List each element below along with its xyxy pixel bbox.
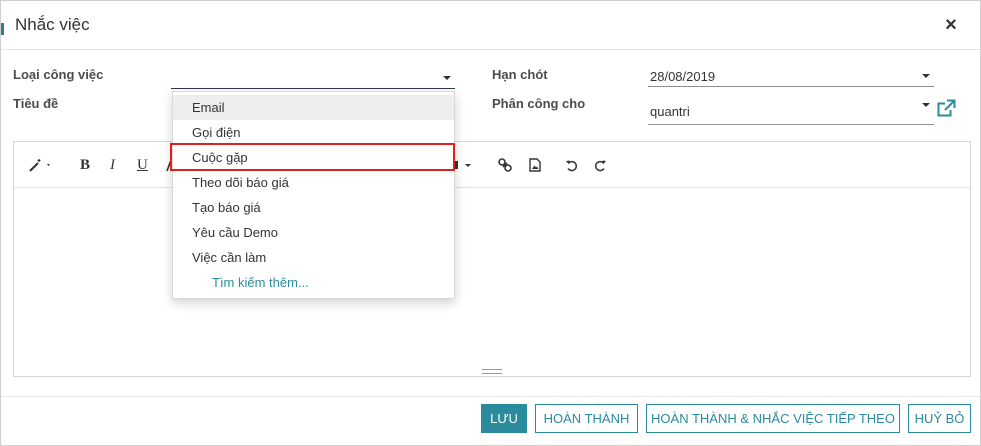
mark-done-button[interactable]: HOÀN THÀNH	[535, 404, 638, 433]
link-icon[interactable]	[498, 155, 512, 175]
dialog-title: Nhắc việc	[15, 15, 90, 34]
deadline-input[interactable]: 28/08/2019	[648, 65, 934, 87]
deadline-value: 28/08/2019	[650, 69, 716, 84]
dialog-header: Nhắc việc ×	[1, 1, 980, 50]
discard-button[interactable]: HUỶ BỎ	[908, 404, 971, 433]
dropdown-item-create-quote[interactable]: Tạo báo giá	[173, 195, 454, 220]
dropdown-item-quote-followup[interactable]: Theo dõi báo giá	[173, 170, 454, 195]
dropdown-search-more[interactable]: Tìm kiếm thêm...	[173, 270, 454, 295]
chevron-down-icon	[922, 74, 930, 78]
dropdown-item-email[interactable]: Email	[173, 95, 454, 120]
redo-icon[interactable]	[594, 155, 607, 175]
resize-handle[interactable]	[482, 369, 502, 374]
bold-button[interactable]: B	[80, 155, 90, 175]
activity-type-dropdown: Email Gọi điện Cuộc gặp Theo dõi báo giá…	[172, 91, 455, 299]
activity-type-select[interactable]	[171, 67, 455, 89]
chevron-down-icon	[443, 76, 451, 80]
magic-wand-icon[interactable]	[28, 155, 54, 175]
footer-divider	[1, 396, 980, 397]
close-button[interactable]: ×	[942, 15, 960, 35]
underline-button[interactable]: U	[137, 155, 148, 175]
dropdown-item-todo[interactable]: Việc cần làm	[173, 245, 454, 270]
undo-icon[interactable]	[565, 155, 578, 175]
italic-button[interactable]: I	[110, 155, 115, 175]
external-link-icon[interactable]	[937, 99, 956, 121]
assigned-to-label: Phân công cho	[492, 96, 586, 111]
chevron-down-icon	[922, 103, 930, 107]
assigned-to-value: quantri	[650, 104, 690, 119]
image-icon[interactable]	[529, 155, 541, 175]
note-editor[interactable]: B I U	[13, 141, 971, 377]
table-icon[interactable]	[455, 155, 475, 175]
highlight-box	[170, 143, 455, 171]
summary-label: Tiêu đề	[13, 96, 59, 111]
deadline-label: Hạn chót	[492, 67, 548, 82]
editor-content[interactable]	[14, 188, 970, 376]
activity-type-label: Loại công việc	[13, 67, 104, 82]
dropdown-item-call[interactable]: Gọi điện	[173, 120, 454, 145]
dropdown-item-demo-request[interactable]: Yêu cầu Demo	[173, 220, 454, 245]
done-schedule-next-button[interactable]: HOÀN THÀNH & NHẮC VIỆC TIẾP THEO	[646, 404, 900, 433]
save-button[interactable]: LƯU	[481, 404, 527, 433]
activity-dialog: Nhắc việc × Loại công việc Tiêu đề Hạn c…	[0, 0, 981, 446]
editor-toolbar: B I U	[14, 142, 970, 188]
assigned-to-select[interactable]: quantri	[648, 99, 934, 125]
